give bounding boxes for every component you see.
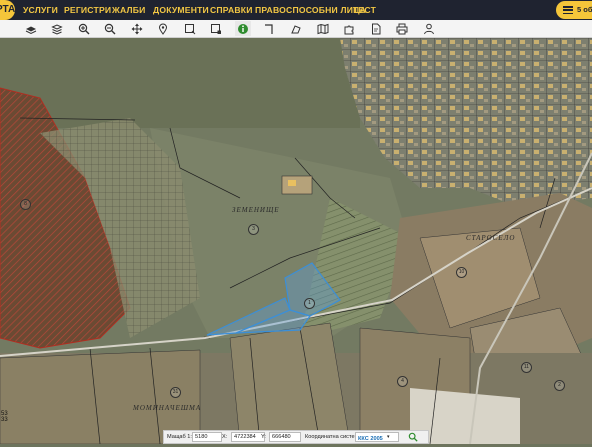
select-polygon-icon[interactable]	[208, 21, 224, 36]
parcel-number: 8	[20, 199, 31, 210]
x-coordinate-field: 4722384	[231, 432, 265, 442]
hamburger-icon	[563, 6, 573, 15]
x-label: X:	[222, 434, 228, 440]
parcel-number: 10	[456, 267, 467, 278]
menu-item-test[interactable]: ТЕСТ	[353, 0, 376, 20]
map-toolbar	[0, 20, 592, 38]
status-bar: Мащаб 1: 5180 X: 4722384 Y: 666480 Коорд…	[163, 430, 429, 444]
menu-item-registers[interactable]: РЕГИСТРИ	[64, 0, 111, 20]
menu-item-services[interactable]: УСЛУГИ	[23, 0, 58, 20]
measure-distance-icon[interactable]	[288, 21, 304, 36]
parcel-number: 4	[397, 376, 408, 387]
print-icon[interactable]	[394, 21, 410, 36]
parcel-number: 11	[521, 362, 532, 373]
search-icon[interactable]	[408, 431, 418, 447]
y-coordinate-field: 666480	[269, 432, 301, 442]
scale-label: Мащаб 1:	[167, 434, 192, 440]
measure-angle-icon[interactable]	[261, 21, 277, 36]
place-name-zemenishte: ЗЕМЕНИЩЕ	[232, 206, 280, 214]
document-icon[interactable]	[368, 21, 384, 36]
parcel-number: 1	[304, 298, 315, 309]
parcel-number: 3	[248, 224, 259, 235]
corner-labels: 53 33	[1, 411, 8, 423]
menu-item-complaints[interactable]: ЖАЛБИ	[112, 0, 145, 20]
puzzle-icon[interactable]	[341, 21, 357, 36]
logo[interactable]: РТА	[0, 0, 15, 20]
coord-system-select[interactable]: ККС 2005 ▾	[355, 432, 399, 442]
layers-icon[interactable]	[49, 21, 65, 36]
zoom-in-icon[interactable]	[76, 21, 92, 36]
pan-icon[interactable]	[129, 21, 145, 36]
menu-item-licensed-persons[interactable]: ПРАВОСПОСОБНИ ЛИЦА	[255, 0, 366, 20]
zoom-out-icon[interactable]	[102, 21, 118, 36]
place-name-staroselo: СТАРОСЕЛО	[466, 234, 516, 242]
y-label: Y:	[261, 434, 266, 440]
top-menu-bar: РТА УСЛУГИ РЕГИСТРИ ЖАЛБИ ДОКУМЕНТИ СПРА…	[0, 0, 592, 20]
chevron-down-icon: ▾	[387, 434, 390, 440]
info-icon[interactable]	[235, 21, 251, 36]
menu-item-documents[interactable]: ДОКУМЕНТИ	[153, 0, 209, 20]
parcel-number: 2	[554, 380, 565, 391]
place-name-mominacheshma: МОМИНАЧЕШМА	[133, 404, 202, 412]
person-icon[interactable]	[421, 21, 437, 36]
menu-item-references[interactable]: СПРАВКИ	[210, 0, 253, 20]
corner-label: 33	[1, 417, 8, 423]
scale-input[interactable]: 5180	[192, 432, 222, 442]
objects-button-label: 5 обек	[577, 5, 592, 14]
objects-button[interactable]: 5 обек	[556, 1, 592, 19]
layers-stack-icon[interactable]	[23, 21, 39, 36]
parcel-number: 31	[170, 387, 181, 398]
location-pin-icon[interactable]	[155, 21, 171, 36]
map-book-icon[interactable]	[315, 21, 331, 36]
map-canvas[interactable]: ЗЕМЕНИЩЕ СТАРОСЕЛО МОМИНАЧЕШМА 3 1 10 11…	[0, 38, 592, 444]
coord-system-value: ККС 2005	[358, 436, 383, 442]
select-area-icon[interactable]	[182, 21, 198, 36]
